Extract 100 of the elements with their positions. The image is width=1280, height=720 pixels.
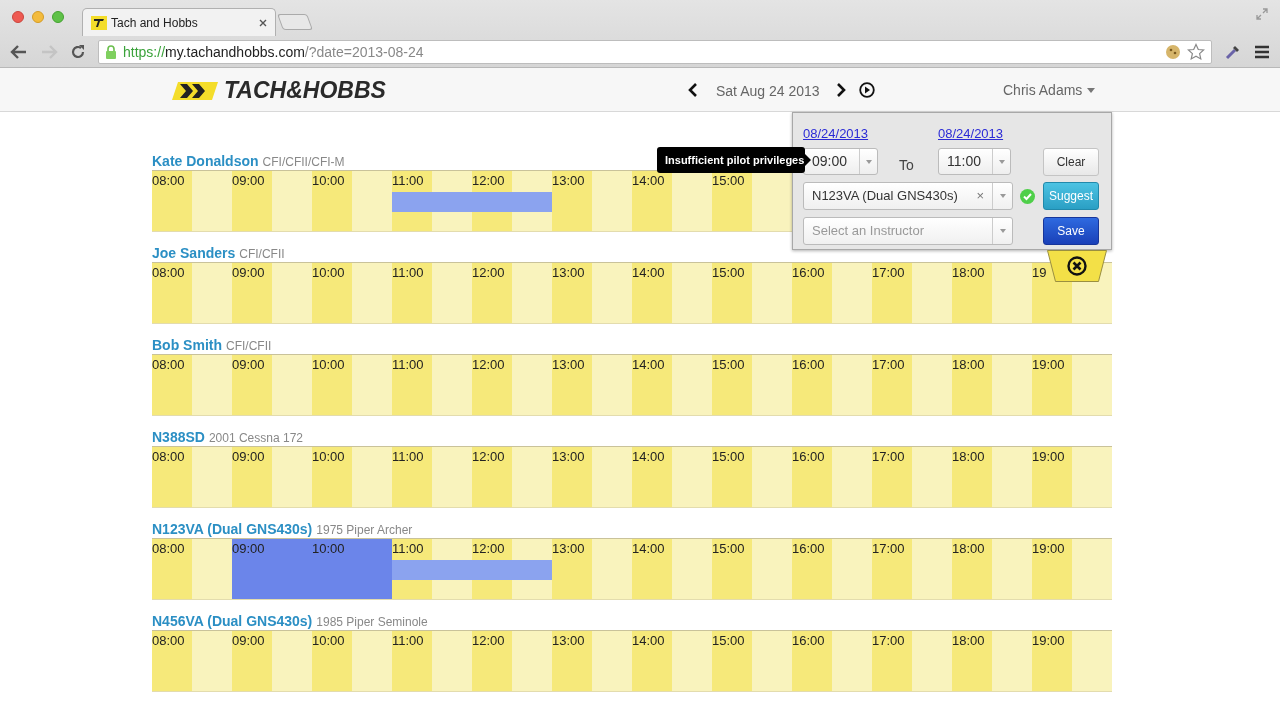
hour-label: 15:00 <box>712 264 745 282</box>
hour-label: 17:00 <box>872 264 905 282</box>
play-icon[interactable] <box>859 82 875 98</box>
hour-label: 13:00 <box>552 540 585 558</box>
hour-label: 18:00 <box>952 264 985 282</box>
hour-label: 10:00 <box>312 356 345 374</box>
hour-label: 14:00 <box>632 540 665 558</box>
reserved-slot[interactable]: 09:00 <box>232 539 312 599</box>
reload-icon[interactable] <box>70 44 86 60</box>
resource-name[interactable]: Kate Donaldson <box>152 152 259 170</box>
url-text: https://my.tachandhobbs.com/?date=2013-08-24 <box>123 42 424 62</box>
menu-icon[interactable] <box>1254 45 1270 59</box>
hour-label: 13:00 <box>552 264 585 282</box>
schedule-strip[interactable]: 08:00 09:00 10:00 11:00 12:00 13:00 14:00 15:00 16:00 17:00 18:00 19:00 <box>152 446 1112 508</box>
caret-icon <box>999 229 1006 233</box>
hour-label: 11:00 <box>392 632 424 650</box>
hour-label: 08:00 <box>152 632 185 650</box>
eyedropper-icon[interactable] <box>1224 43 1242 61</box>
hour-label: 12:00 <box>472 172 505 190</box>
start-date-link[interactable]: 08/24/2013 <box>803 124 869 144</box>
schedule-strip[interactable]: 08:00 09:00 10:00 11:00 12:00 13:00 14:00 15:00 16:00 17:00 18:00 19 <box>152 262 1112 324</box>
save-button[interactable]: Save <box>1043 217 1099 245</box>
resource-detail: 1975 Piper Archer <box>316 522 413 539</box>
schedule-strip[interactable]: 08:00 09:00 10:00 11:00 12:00 13:00 14:00 15:00 16:00 17:00 18:00 19:00 <box>152 630 1112 692</box>
aircraft-select[interactable]: N123VA (Dual GNS430s) × <box>803 182 1013 210</box>
star-icon[interactable] <box>1187 43 1205 61</box>
hour-label: 17:00 <box>872 356 905 374</box>
address-bar[interactable]: https://my.tachandhobbs.com/?date=2013-08-24 <box>98 40 1212 64</box>
user-menu[interactable]: Chris Adams <box>1003 80 1096 101</box>
hour-label: 16:00 <box>792 264 825 282</box>
hour-label: 12:00 <box>472 540 505 558</box>
hour-label: 08:00 <box>152 356 185 374</box>
resource-name[interactable]: Joe Sanders <box>152 244 236 262</box>
start-time-select[interactable]: 09:00 <box>803 148 878 175</box>
hour-label: 14:00 <box>632 356 665 374</box>
hour-label: 09:00 <box>232 172 265 190</box>
hour-label: 19:00 <box>1032 448 1065 466</box>
back-icon[interactable] <box>10 44 28 60</box>
schedule-strip[interactable]: 08:00 09:00 10:00 11:00 12:00 13:00 14:00 15:00 16:00 17:00 18:00 19:00 <box>152 538 1112 600</box>
previous-day-icon[interactable] <box>688 83 698 97</box>
favicon-icon <box>91 15 107 30</box>
zoom-window-button[interactable] <box>52 11 64 23</box>
hour-label: 10:00 <box>312 540 345 558</box>
close-window-button[interactable] <box>12 11 24 23</box>
hour-label: 08:00 <box>152 172 185 190</box>
caret-icon <box>1087 88 1096 93</box>
hour-label: 16:00 <box>792 540 825 558</box>
resource-name[interactable]: N388SD <box>152 428 205 446</box>
current-date: Sat Aug 24 2013 <box>716 82 820 101</box>
fullscreen-icon[interactable] <box>1256 8 1268 20</box>
hour-label: 09:00 <box>232 264 265 282</box>
caret-icon <box>999 194 1006 198</box>
next-day-icon[interactable] <box>836 83 846 97</box>
hour-label: 11:00 <box>392 264 424 282</box>
hour-label: 18:00 <box>952 540 985 558</box>
resource-detail: CFI/CFII/CFI-M <box>262 154 345 171</box>
hour-label: 14:00 <box>632 448 665 466</box>
hour-label: 08:00 <box>152 540 185 558</box>
hour-label: 11:00 <box>392 356 424 374</box>
hour-label: 19:00 <box>1032 632 1065 650</box>
schedule-strip[interactable]: 08:00 09:00 10:00 11:00 12:00 13:00 14:00 15:00 16:00 17:00 18:00 19:00 <box>152 354 1112 416</box>
hour-label: 18:00 <box>952 356 985 374</box>
resource-name[interactable]: N456VA (Dual GNS430s) <box>152 612 313 630</box>
end-date-link[interactable]: 08/24/2013 <box>938 124 1004 144</box>
resource-detail: CFI/CFII <box>226 338 272 355</box>
resource-name[interactable]: N123VA (Dual GNS430s) <box>152 520 313 538</box>
hour-label: 09:00 <box>232 448 265 466</box>
reserved-slot[interactable]: 10:00 <box>312 539 392 599</box>
hour-label: 18:00 <box>952 632 985 650</box>
hour-label: 12:00 <box>472 448 505 466</box>
resource-name[interactable]: Bob Smith <box>152 336 222 354</box>
browser-tab[interactable]: Tach and Hobbs <box>82 8 276 36</box>
resource-detail: 2001 Cessna 172 <box>208 430 303 447</box>
hour-label: 12:00 <box>472 356 505 374</box>
hour-label: 08:00 <box>152 448 185 466</box>
caret-icon <box>865 159 872 164</box>
minimize-window-button[interactable] <box>32 11 44 23</box>
end-time-select[interactable]: 11:00 <box>938 148 1011 175</box>
clear-selection-button[interactable]: × <box>976 186 992 206</box>
hour-label: 14:00 <box>632 264 665 282</box>
hour-label: 14:00 <box>632 632 665 650</box>
hour-label: 15:00 <box>712 172 745 190</box>
logo-chevrons-icon <box>172 81 218 100</box>
cookie-icon[interactable] <box>1165 44 1181 60</box>
close-tab-icon[interactable] <box>259 18 267 27</box>
hour-label: 15:00 <box>712 448 745 466</box>
hour-label: 09:00 <box>232 540 265 558</box>
hour-label: 13:00 <box>552 172 585 190</box>
hour-label: 19 <box>1032 264 1047 282</box>
logo[interactable]: TACH&HOBBS <box>172 79 386 102</box>
hour-label: 14:00 <box>632 172 665 190</box>
hour-label: 13:00 <box>552 632 585 650</box>
tooltip-arrow <box>805 154 811 166</box>
hour-label: 08:00 <box>152 264 185 282</box>
caret-icon <box>998 159 1005 164</box>
hour-label: 19:00 <box>1032 540 1065 558</box>
hour-label: 16:00 <box>792 448 825 466</box>
new-tab-button[interactable] <box>277 14 313 30</box>
resource-detail: CFI/CFII <box>239 246 285 263</box>
clear-button[interactable]: Clear <box>1043 148 1099 176</box>
